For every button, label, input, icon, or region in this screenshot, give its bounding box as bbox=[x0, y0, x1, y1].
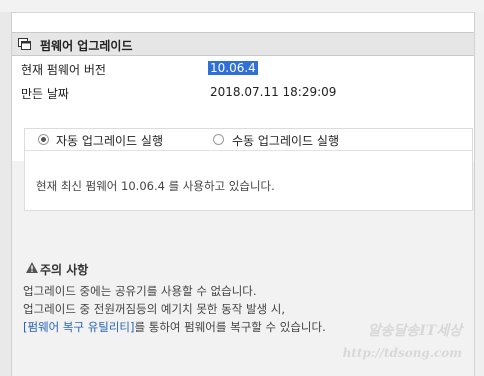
firmware-version-row: 현재 펌웨어 버전 10.06.4 bbox=[12, 56, 474, 80]
manual-upgrade-radio[interactable] bbox=[213, 134, 224, 145]
recovery-utility-link[interactable]: [펌웨어 복구 유틸리티] bbox=[23, 320, 135, 334]
watermark-url: http://tdsong.com bbox=[342, 346, 462, 360]
warning-icon bbox=[26, 262, 38, 273]
auto-upgrade-label[interactable]: 자동 업그레이드 실행 bbox=[56, 132, 163, 149]
section-title: 펌웨어 업그레이드 bbox=[40, 39, 133, 53]
window-top-frame bbox=[0, 0, 484, 13]
upgrade-mode-card: 자동 업그레이드 실행 수동 업그레이드 실행 현재 최신 펌웨어 10.06.… bbox=[24, 128, 473, 211]
radio-selected-dot bbox=[41, 137, 46, 142]
watermark-title: 알송달송IT세상 bbox=[367, 323, 462, 339]
caution-line-1: 업그레이드 중에는 공유기를 사용할 수 없습니다. bbox=[23, 284, 257, 298]
build-date-row: 만든 날짜 2018.07.11 18:29:09 bbox=[12, 80, 474, 104]
build-date-label: 만든 날짜 bbox=[21, 87, 69, 101]
firmware-version-label: 현재 펌웨어 버전 bbox=[21, 63, 106, 77]
build-date-value: 2018.07.11 18:29:09 bbox=[210, 85, 337, 99]
vertical-scrollbar[interactable] bbox=[474, 12, 484, 376]
section-header: 펌웨어 업그레이드 bbox=[12, 32, 474, 56]
caution-title: 주의 사항 bbox=[40, 263, 89, 277]
auto-upgrade-radio[interactable] bbox=[38, 134, 49, 145]
window-stack-icon bbox=[18, 38, 32, 51]
manual-upgrade-label[interactable]: 수동 업그레이드 실행 bbox=[232, 132, 339, 149]
caution-line-3-text: 를 통하여 펌웨어를 복구할 수 있습니다. bbox=[134, 320, 326, 334]
card-divider bbox=[25, 150, 472, 151]
firmware-version-value: 10.06.4 bbox=[208, 61, 258, 75]
firmware-status-message: 현재 최신 펌웨어 10.06.4 를 사용하고 있습니다. bbox=[36, 179, 275, 193]
caution-line-2: 업그레이드 중 전원꺼짐등의 예기치 못한 동작 발생 시, bbox=[23, 302, 286, 316]
caution-line-3: [펌웨어 복구 유틸리티]를 통하여 펌웨어를 복구할 수 있습니다. bbox=[23, 319, 326, 335]
